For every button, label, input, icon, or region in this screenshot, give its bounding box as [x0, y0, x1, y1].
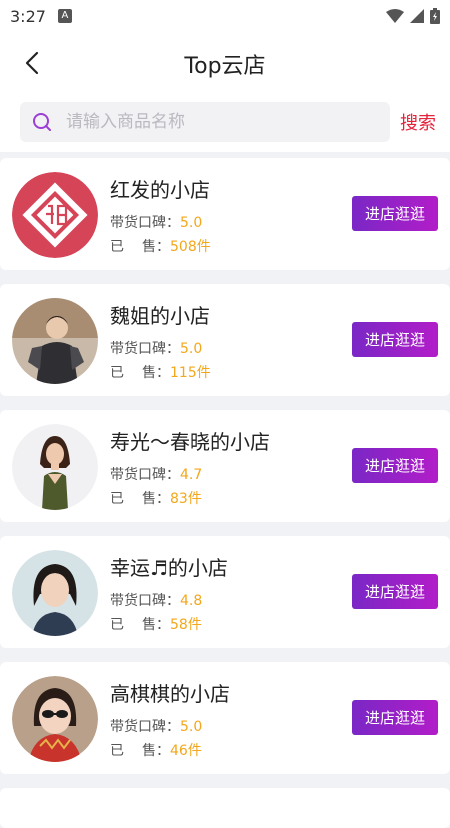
shop-name: 幸运♬的小店 [110, 556, 228, 580]
status-bar: 3:27 A [0, 0, 450, 32]
shop-rating: 带货口碑：5.0 [110, 719, 203, 735]
shop-name: 红发的小店 [110, 178, 210, 202]
search-button[interactable]: 搜索 [400, 109, 436, 135]
sold-value: 83件 [170, 491, 202, 507]
signal-icon [410, 9, 424, 23]
search-icon [32, 112, 52, 132]
enter-shop-button[interactable]: 进店逛逛 [352, 322, 438, 357]
rating-value: 4.7 [180, 467, 203, 483]
shop-rating: 带货口碑：5.0 [110, 341, 203, 357]
shop-sold: 已售：115件 [110, 365, 211, 381]
shop-card[interactable]: 红发的小店 带货口碑：5.0 已售：508件 进店逛逛 [0, 158, 450, 270]
status-time: 3:27 [10, 6, 46, 26]
notification-a-icon: A [57, 9, 72, 23]
shop-sold: 已售：46件 [110, 743, 202, 759]
shop-avatar [12, 550, 98, 636]
shop-card[interactable]: 幸运♬的小店 带货口碑：4.8 已售：58件 进店逛逛 [0, 536, 450, 648]
shop-avatar [12, 298, 98, 384]
header: Top云店 [0, 32, 450, 94]
search-bar: 搜索 [0, 94, 450, 152]
rating-value: 5.0 [180, 719, 203, 735]
sold-value: 508件 [170, 239, 211, 255]
shop-card[interactable]: 高棋棋的小店 带货口碑：5.0 已售：46件 进店逛逛 [0, 662, 450, 774]
enter-shop-button[interactable]: 进店逛逛 [352, 700, 438, 735]
shop-rating: 带货口碑：4.8 [110, 593, 203, 609]
search-input[interactable] [64, 111, 368, 133]
wifi-icon [386, 9, 404, 23]
shop-rating: 带货口碑：4.7 [110, 467, 203, 483]
shop-name: 魏姐的小店 [110, 304, 210, 328]
shop-card-partial[interactable] [0, 788, 450, 828]
rating-value: 5.0 [180, 215, 203, 231]
shop-sold: 已售：58件 [110, 617, 202, 633]
shop-avatar [12, 676, 98, 762]
sold-value: 115件 [170, 365, 211, 381]
enter-shop-button[interactable]: 进店逛逛 [352, 196, 438, 231]
battery-icon [430, 8, 440, 24]
sold-value: 46件 [170, 743, 202, 759]
enter-shop-button[interactable]: 进店逛逛 [352, 574, 438, 609]
shop-card[interactable]: 魏姐的小店 带货口碑：5.0 已售：115件 进店逛逛 [0, 284, 450, 396]
shop-card[interactable]: 寿光～春晓的小店 带货口碑：4.7 已售：83件 进店逛逛 [0, 410, 450, 522]
rating-value: 5.0 [180, 341, 203, 357]
shop-avatar [12, 424, 98, 510]
shop-list: 红发的小店 带货口碑：5.0 已售：508件 进店逛逛 魏姐的小店 带货口碑：5… [0, 158, 450, 828]
enter-shop-button[interactable]: 进店逛逛 [352, 448, 438, 483]
shop-name: 寿光～春晓的小店 [110, 430, 270, 454]
shop-name: 高棋棋的小店 [110, 682, 230, 706]
shop-rating: 带货口碑：5.0 [110, 215, 203, 231]
shop-sold: 已售：83件 [110, 491, 202, 507]
shop-sold: 已售：508件 [110, 239, 211, 255]
shop-avatar [12, 172, 98, 258]
rating-value: 4.8 [180, 593, 203, 609]
page-title: Top云店 [184, 54, 266, 79]
search-box[interactable] [20, 102, 390, 142]
sold-value: 58件 [170, 617, 202, 633]
